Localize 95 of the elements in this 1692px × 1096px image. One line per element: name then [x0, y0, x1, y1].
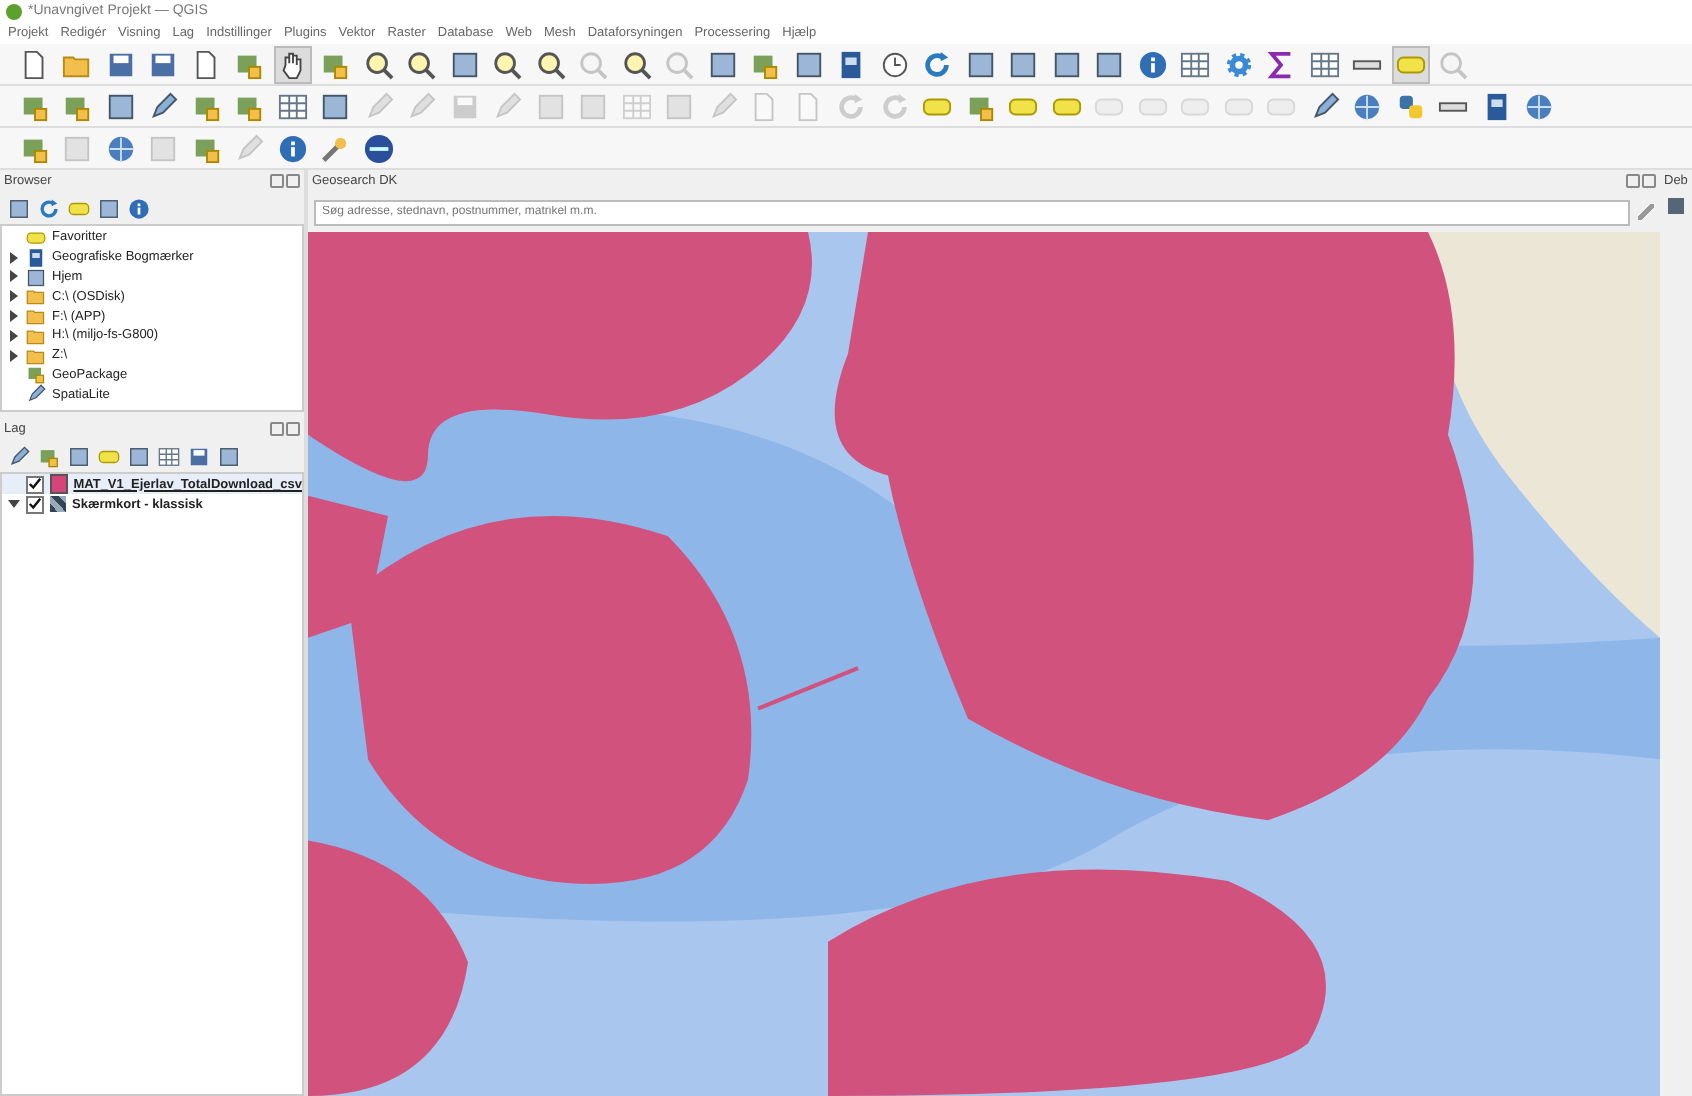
refresh-icon: [836, 91, 866, 121]
float-icon[interactable]: [270, 422, 284, 436]
magnifier-icon: [621, 49, 651, 79]
toolbar-button[interactable]: [124, 442, 152, 470]
table-icon: [621, 91, 651, 121]
square-icon: [1008, 49, 1038, 79]
square-icon: [26, 267, 46, 287]
table-icon: [1309, 49, 1339, 79]
pen-icon: [234, 133, 264, 163]
square-icon: [449, 49, 479, 79]
square-icon: [1094, 49, 1124, 79]
square-icon: [148, 133, 178, 163]
globe-icon: [105, 133, 135, 163]
info-icon: [1137, 49, 1167, 79]
book-icon: [26, 247, 46, 268]
float-icon[interactable]: [1626, 174, 1640, 188]
square-icon: [67, 445, 89, 467]
pen-icon: [7, 445, 29, 467]
square-icon: [7, 197, 29, 219]
caret-right-icon[interactable]: [8, 251, 20, 264]
folder-icon: [26, 306, 46, 327]
pen-icon: [707, 91, 737, 121]
pen-icon: [26, 384, 46, 405]
document-icon: [19, 49, 49, 79]
globe-icon: [1524, 91, 1554, 121]
layer-icon: [26, 364, 46, 385]
square-icon: [1051, 49, 1081, 79]
document-icon: [793, 91, 823, 121]
book-icon: [836, 49, 866, 79]
folder-icon: [26, 325, 46, 346]
checkbox[interactable]: [26, 475, 44, 493]
magnifier-icon: [578, 49, 608, 79]
square-icon: [105, 91, 135, 121]
label-icon: [97, 445, 119, 467]
square-icon: [965, 49, 995, 79]
square-icon: [217, 445, 239, 467]
python-icon: [1395, 91, 1425, 121]
caret-right-icon[interactable]: [8, 310, 20, 323]
wrench-icon: [320, 133, 350, 163]
pen-icon: [1309, 91, 1339, 121]
raster-icon: [50, 496, 66, 512]
folder-icon: [26, 286, 46, 307]
pen-icon: [363, 91, 393, 121]
toolbar-button[interactable]: [64, 442, 92, 470]
refresh-icon: [922, 49, 952, 79]
square-icon: [97, 197, 119, 219]
square-icon: [127, 445, 149, 467]
gear-icon: [1223, 49, 1253, 79]
toolbar-button[interactable]: [4, 194, 32, 222]
toolbar-button[interactable]: [154, 442, 182, 470]
magnifier-icon: [1438, 49, 1468, 79]
magnifier-icon: [664, 49, 694, 79]
magnifier-icon: [535, 49, 565, 79]
document-icon: [191, 49, 221, 79]
square-icon: [664, 91, 694, 121]
square-icon: [62, 133, 92, 163]
pen-icon: [492, 91, 522, 121]
checkbox[interactable]: [26, 495, 44, 513]
clock-icon: [879, 49, 909, 79]
pen-icon: [148, 91, 178, 121]
refresh-icon: [879, 91, 909, 121]
float-icon[interactable]: [270, 174, 284, 188]
table-icon: [157, 445, 179, 467]
hand-icon: [277, 49, 307, 79]
table-icon: [277, 91, 307, 121]
square-icon: [707, 49, 737, 79]
caret-right-icon[interactable]: [8, 329, 20, 342]
magnifier-icon: [492, 49, 522, 79]
info-icon: [277, 133, 307, 163]
pen-icon: [406, 91, 436, 121]
label-icon: [67, 197, 89, 219]
toolbar-button[interactable]: [94, 194, 122, 222]
caret-right-icon[interactable]: [8, 349, 20, 362]
info-icon: [127, 197, 149, 219]
label-icon: [26, 227, 46, 248]
toolbar-button[interactable]: [214, 442, 242, 470]
square-icon: [320, 91, 350, 121]
folder-icon: [26, 345, 46, 366]
sigma-icon: [1266, 49, 1296, 79]
caret-down-icon[interactable]: [8, 498, 20, 510]
toolbar-button[interactable]: [273, 45, 311, 83]
caret-right-icon[interactable]: [8, 290, 20, 303]
caret-right-icon[interactable]: [8, 270, 20, 283]
square-icon: [793, 49, 823, 79]
globe-icon: [1352, 91, 1382, 121]
layer-icon: [37, 445, 59, 467]
map-drawing[interactable]: [308, 232, 1660, 1096]
toolbar-button[interactable]: [359, 129, 397, 167]
square-icon: [578, 91, 608, 121]
refresh-icon: [37, 197, 59, 219]
square-icon: [535, 91, 565, 121]
toolbar-button[interactable]: [124, 194, 152, 222]
table-icon: [1180, 49, 1210, 79]
magnifier-icon: [363, 49, 393, 79]
magnifier-icon: [406, 49, 436, 79]
